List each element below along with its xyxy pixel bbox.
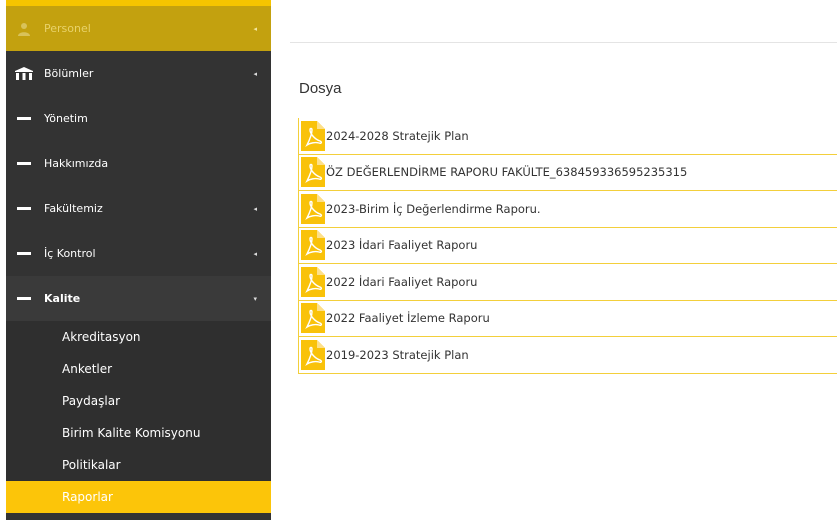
file-name: ÖZ DEĞERLENDİRME RAPORU FAKÜLTE_63845933… (326, 165, 688, 180)
submenu-item-raporlar[interactable]: Raporlar (6, 481, 271, 513)
file-row[interactable]: ÖZ DEĞERLENDİRME RAPORU FAKÜLTE_63845933… (298, 154, 837, 191)
chevron-left-icon: ◂ (253, 249, 257, 258)
header-divider (290, 42, 837, 43)
submenu-item-anketler[interactable]: Anketler (6, 353, 271, 385)
file-name: 2022 İdari Faaliyet Raporu (326, 274, 478, 289)
file-name: 2023-Birim İç Değerlendirme Raporu. (326, 201, 541, 216)
file-row[interactable]: 2023 İdari Faaliyet Raporu (298, 227, 837, 264)
sidebar-item-label: Kalite (44, 292, 81, 305)
user-icon (14, 21, 34, 37)
sidebar-item-hakkimizda[interactable]: Hakkımızda (6, 141, 271, 186)
chevron-left-icon: ◂ (253, 24, 257, 33)
sidebar-item-ic-kontrol[interactable]: İç Kontrol ◂ (6, 231, 271, 276)
sidebar-item-label: Hakkımızda (44, 157, 109, 170)
pdf-file-icon (301, 230, 325, 261)
sidebar-item-label: Personel (44, 22, 91, 35)
file-list: 2024-2028 Stratejik Plan ÖZ DEĞERLENDİRM… (298, 118, 837, 374)
file-row[interactable]: 2019-2023 Stratejik Plan (298, 337, 837, 374)
submenu-item-paydaslar[interactable]: Paydaşlar (6, 385, 271, 417)
file-name: 2023 İdari Faaliyet Raporu (326, 238, 478, 253)
sidebar-item-label: Yönetim (44, 112, 88, 125)
dash-icon (14, 111, 34, 127)
building-icon (14, 66, 34, 82)
pdf-file-icon (301, 120, 325, 151)
file-row[interactable]: 2022 İdari Faaliyet Raporu (298, 264, 837, 301)
dash-icon (14, 156, 34, 172)
chevron-down-icon: ▾ (253, 294, 257, 303)
kalite-submenu: Akreditasyon Anketler Paydaşlar Birim Ka… (6, 321, 271, 513)
sidebar: Personel ◂ Bölümler ◂ Yönetim Hakkımızda… (6, 0, 271, 520)
file-row[interactable]: 2022 Faaliyet İzleme Raporu (298, 300, 837, 337)
section-title: Dosya (299, 80, 342, 97)
sidebar-item-kalite[interactable]: Kalite ▾ (6, 276, 271, 321)
dash-icon (14, 201, 34, 217)
chevron-left-icon: ◂ (253, 69, 257, 78)
sidebar-item-fakultemiz[interactable]: Fakültemiz ◂ (6, 186, 271, 231)
file-row[interactable]: 2024-2028 Stratejik Plan (298, 118, 837, 155)
sidebar-item-bolumler[interactable]: Bölümler ◂ (6, 51, 271, 96)
submenu-item-akreditasyon[interactable]: Akreditasyon (6, 321, 271, 353)
sidebar-item-personel[interactable]: Personel ◂ (6, 6, 271, 51)
dash-icon (14, 246, 34, 262)
sidebar-item-yonetim[interactable]: Yönetim (6, 96, 271, 141)
main-content: Dosya 2024-2028 Stratejik Plan ÖZ DEĞERL… (290, 0, 837, 520)
sidebar-item-label: Bölümler (44, 67, 94, 80)
pdf-file-icon (301, 339, 325, 370)
file-name: 2024-2028 Stratejik Plan (326, 128, 469, 143)
pdf-file-icon (301, 303, 325, 334)
dash-icon (14, 291, 34, 307)
sidebar-item-label: İç Kontrol (44, 247, 96, 260)
submenu-item-birim-kalite-komisyonu[interactable]: Birim Kalite Komisyonu (6, 417, 271, 449)
file-name: 2019-2023 Stratejik Plan (326, 347, 469, 362)
file-name: 2022 Faaliyet İzleme Raporu (326, 311, 490, 326)
chevron-left-icon: ◂ (253, 204, 257, 213)
pdf-file-icon (301, 193, 325, 224)
file-row[interactable]: 2023-Birim İç Değerlendirme Raporu. (298, 191, 837, 228)
pdf-file-icon (301, 266, 325, 297)
submenu-item-politikalar[interactable]: Politikalar (6, 449, 271, 481)
pdf-file-icon (301, 157, 325, 188)
sidebar-item-label: Fakültemiz (44, 202, 103, 215)
